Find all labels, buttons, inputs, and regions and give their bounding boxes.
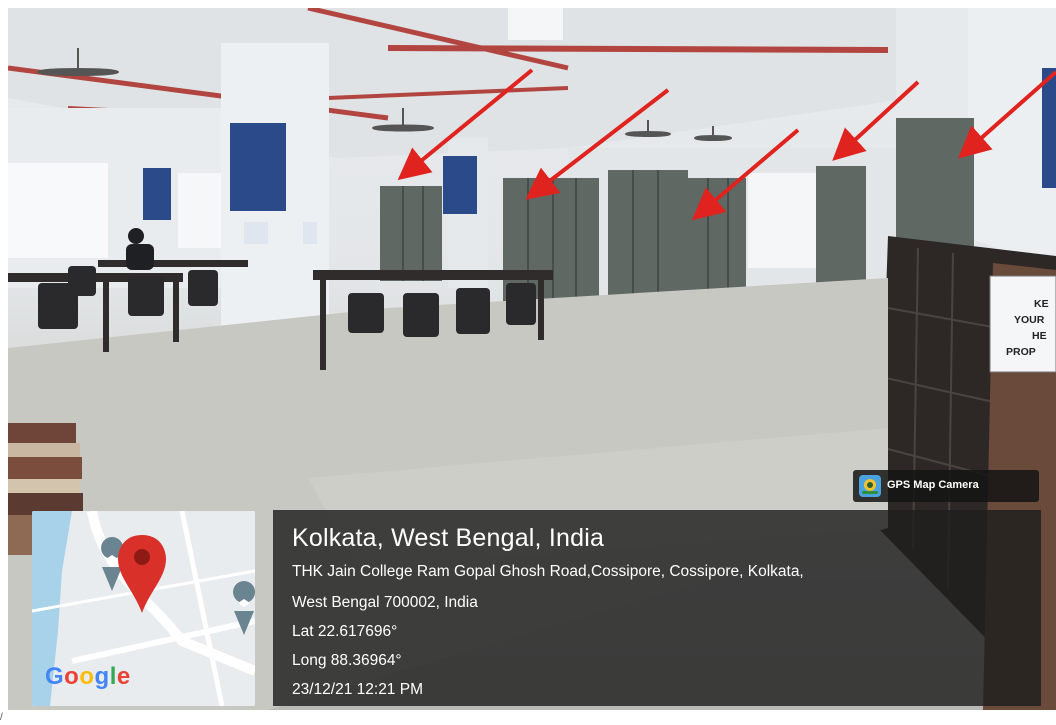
location-title: Kolkata, West Bengal, India <box>292 524 605 552</box>
longitude-text: Long 88.36964° <box>292 652 402 669</box>
app-name-label: GPS Map Camera <box>887 479 979 491</box>
wall-sign-line-3: HE <box>1032 330 1047 342</box>
latitude-text: Lat 22.617696° <box>292 623 398 640</box>
timestamp-text: 23/12/21 12:21 PM <box>292 681 423 698</box>
wall-sign-line-1: KE <box>1034 298 1049 310</box>
gps-map-camera-badge: GPS Map Camera <box>853 470 1039 502</box>
wall-sign: KE YOUR HE PROP <box>990 276 1056 372</box>
wall-sign-line-4: PROP <box>1006 346 1036 358</box>
gps-camera-app-icon <box>859 475 881 497</box>
screenshot-frame: KE YOUR HE PROP GPS Map Camera Google Ko… <box>0 0 1056 725</box>
edge-mark: / <box>0 712 3 723</box>
address-line-2: West Bengal 700002, India <box>292 594 478 611</box>
geotag-stamp: Kolkata, West Bengal, India THK Jain Col… <box>273 510 1041 706</box>
google-logo: Google <box>45 663 131 690</box>
library-photo: KE YOUR HE PROP GPS Map Camera Google Ko… <box>8 8 1056 710</box>
map-thumbnail: Google <box>32 511 255 706</box>
address-line-1: THK Jain College Ram Gopal Ghosh Road,Co… <box>292 563 804 580</box>
wall-sign-line-2: YOUR <box>1014 314 1045 326</box>
